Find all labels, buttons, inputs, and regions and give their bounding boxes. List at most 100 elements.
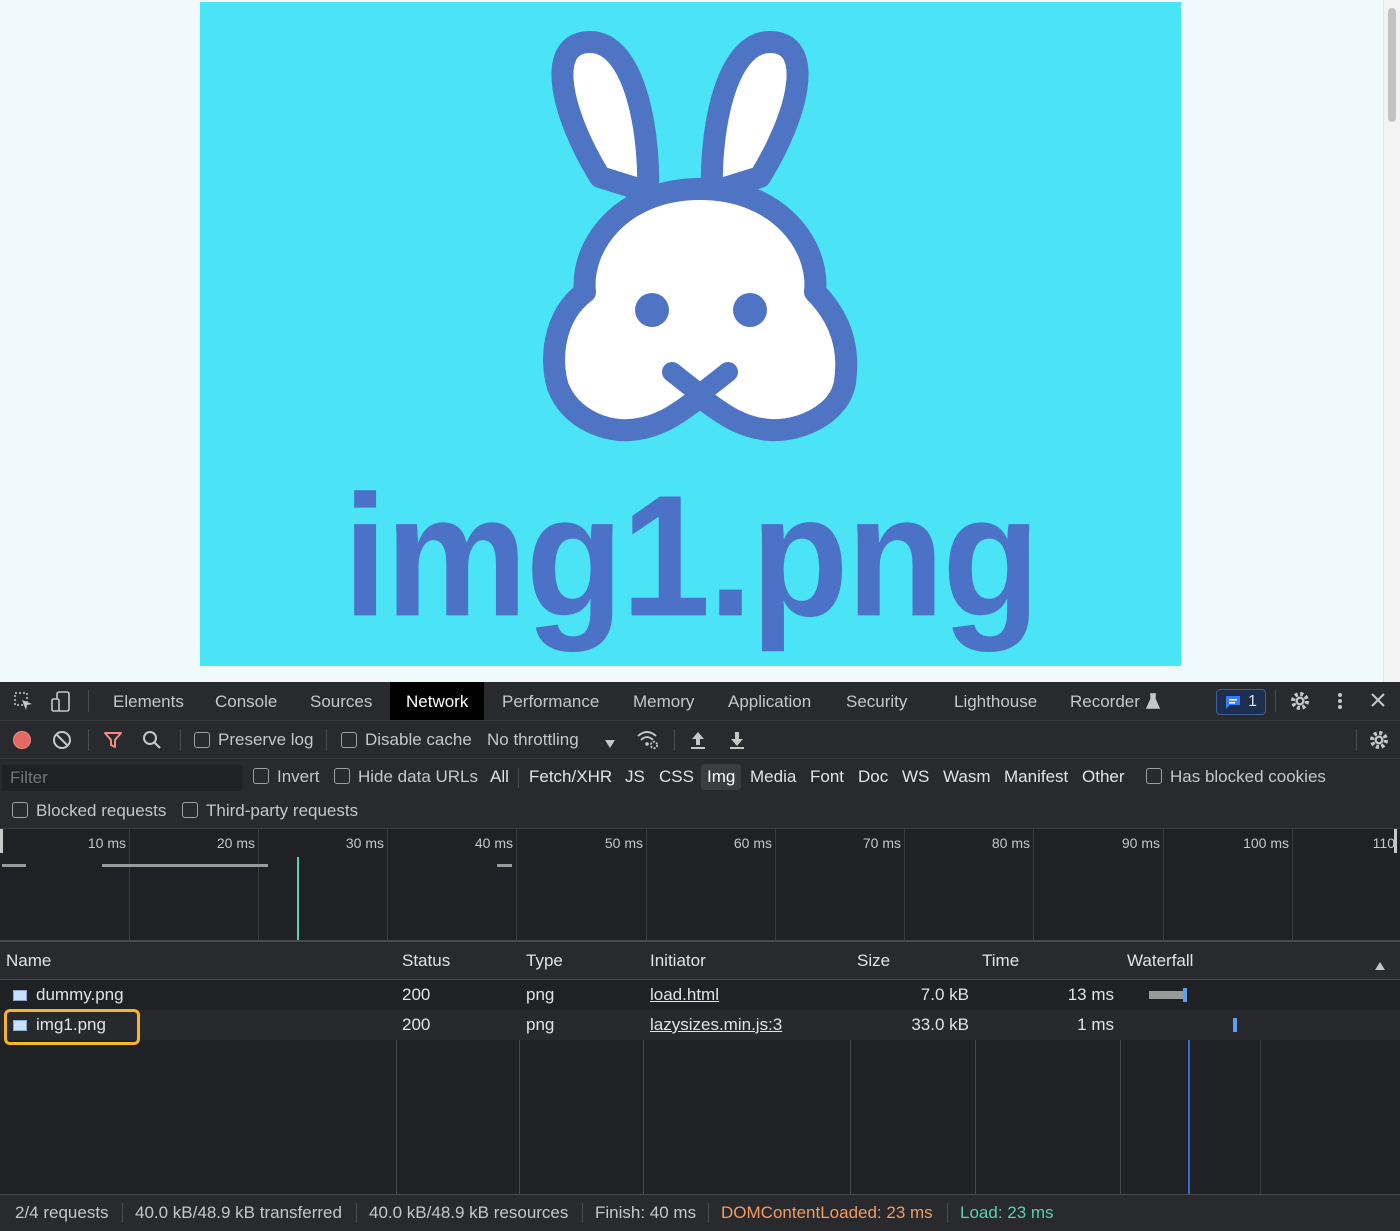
separator (1275, 690, 1276, 712)
gridline (387, 829, 388, 940)
sort-ascending-icon[interactable] (1374, 955, 1386, 975)
type-filter-fetch-xhr[interactable]: Fetch/XHR (523, 764, 618, 790)
chevron-down-icon[interactable] (604, 733, 616, 753)
network-conditions-icon[interactable] (636, 729, 660, 755)
type-filter-img[interactable]: Img (701, 764, 742, 790)
tab-sources[interactable]: Sources (310, 682, 372, 720)
separator (88, 729, 89, 751)
throttling-select[interactable]: No throttling (487, 730, 579, 750)
gridline (258, 829, 259, 940)
hide-data-urls-label: Hide data URLs (358, 767, 479, 786)
type-filter-js[interactable]: JS (619, 764, 651, 790)
type-filter-media[interactable]: Media (744, 764, 802, 790)
type-filter-manifest[interactable]: Manifest (998, 764, 1074, 790)
hero-image: img1.png (200, 2, 1181, 666)
request-status: 200 (402, 985, 431, 1004)
column-header-type[interactable]: Type (520, 942, 563, 979)
device-toolbar-icon[interactable] (50, 691, 72, 717)
blocked-requests-label: Blocked requests (36, 801, 167, 820)
third-party-requests-checkbox[interactable] (182, 802, 198, 818)
filter-icon[interactable] (103, 730, 123, 754)
overview-window-handle[interactable] (0, 829, 3, 853)
inspect-element-icon[interactable] (14, 692, 34, 716)
scrollbar-thumb[interactable] (1388, 8, 1396, 122)
has-blocked-cookies-checkbox[interactable] (1146, 768, 1162, 784)
gridline (1163, 829, 1164, 940)
gridline (1033, 829, 1034, 940)
column-header-initiator[interactable]: Initiator (644, 942, 706, 979)
type-filter-css[interactable]: CSS (653, 764, 700, 790)
tab-elements[interactable]: Elements (113, 682, 184, 720)
issues-badge[interactable]: 1 (1216, 689, 1266, 715)
status-finish: Finish: 40 ms (595, 1203, 697, 1222)
clear-icon[interactable] (52, 730, 72, 754)
flask-icon (1145, 693, 1161, 713)
request-initiator-link[interactable]: load.html (650, 980, 719, 1010)
disable-cache-label: Disable cache (365, 730, 472, 749)
preserve-log-checkbox[interactable] (194, 732, 210, 748)
tab-application[interactable]: Application (728, 682, 811, 720)
invert-checkbox[interactable] (253, 768, 269, 784)
tab-recorder[interactable]: Recorder (1070, 682, 1140, 720)
disable-cache-checkbox[interactable] (341, 732, 357, 748)
tab-security[interactable]: Security (846, 682, 907, 720)
separator (356, 1203, 357, 1223)
network-toolbar: Preserve log Disable cache No throttling (0, 721, 1400, 759)
type-filter-all[interactable]: All (484, 764, 515, 790)
separator (326, 729, 327, 751)
status-requests: 2/4 requests (15, 1203, 109, 1222)
gridline (904, 829, 905, 940)
issues-count: 1 (1248, 693, 1257, 710)
table-row[interactable]: dummy.png 200 png load.html 7.0 kB 13 ms (0, 980, 1400, 1010)
tab-network[interactable]: Network (390, 682, 485, 720)
overview-request-bar (497, 864, 512, 867)
tab-console[interactable]: Console (215, 682, 277, 720)
status-dom-content-loaded: DOMContentLoaded: 23 ms (721, 1203, 933, 1222)
gridline (129, 829, 130, 940)
column-header-name[interactable]: Name (0, 942, 51, 979)
timeline-overview[interactable]: 10 ms 20 ms 30 ms 40 ms 50 ms 60 ms 70 m… (0, 829, 1400, 942)
devtools-panel: Elements Console Sources Network Perform… (0, 682, 1400, 1231)
request-time: 13 ms (1067, 985, 1114, 1004)
type-filter-doc[interactable]: Doc (852, 764, 894, 790)
gridline (775, 829, 776, 940)
more-options-icon[interactable] (1336, 691, 1344, 715)
column-header-size[interactable]: Size (851, 942, 890, 979)
search-icon[interactable] (142, 730, 162, 754)
column-header-waterfall[interactable]: Waterfall (1121, 942, 1193, 979)
type-filter-wasm[interactable]: Wasm (937, 764, 997, 790)
tick-label: 20 ms (216, 835, 255, 851)
upload-icon[interactable] (689, 730, 707, 754)
download-icon[interactable] (728, 730, 746, 754)
request-initiator-link[interactable]: lazysizes.min.js:3 (650, 1010, 782, 1040)
close-icon[interactable] (1370, 692, 1386, 712)
type-filter-font[interactable]: Font (804, 764, 850, 790)
tab-lighthouse[interactable]: Lighthouse (954, 682, 1037, 720)
overview-request-bar (2, 864, 26, 867)
invert-label: Invert (277, 767, 320, 786)
filter-input[interactable] (2, 765, 242, 791)
separator (708, 1203, 709, 1223)
hero-caption: img1.png (342, 458, 1040, 653)
tick-label: 10 ms (87, 835, 126, 851)
tab-performance[interactable]: Performance (502, 682, 599, 720)
filter-bar: Invert Hide data URLs All Fetch/XHR JS C… (0, 759, 1400, 829)
hide-data-urls-checkbox[interactable] (334, 768, 350, 784)
settings-gear-icon[interactable] (1290, 691, 1310, 715)
record-icon[interactable] (12, 730, 32, 754)
type-filter-other[interactable]: Other (1076, 764, 1131, 790)
tab-memory[interactable]: Memory (633, 682, 694, 720)
gridline (516, 829, 517, 940)
annotation-highlight-box (4, 1009, 140, 1045)
column-header-time[interactable]: Time (976, 942, 1019, 979)
blocked-requests-checkbox[interactable] (12, 802, 28, 818)
separator (674, 729, 675, 751)
separator (122, 1203, 123, 1223)
has-blocked-cookies-label: Has blocked cookies (1170, 767, 1326, 786)
tick-label: 100 ms (1243, 835, 1289, 851)
type-filter-ws[interactable]: WS (896, 764, 935, 790)
page-scrollbar[interactable] (1383, 0, 1400, 682)
table-row[interactable]: img1.png 200 png lazysizes.min.js:3 33.0… (0, 1010, 1400, 1040)
column-header-status[interactable]: Status (396, 942, 450, 979)
network-settings-gear-icon[interactable] (1369, 730, 1389, 754)
